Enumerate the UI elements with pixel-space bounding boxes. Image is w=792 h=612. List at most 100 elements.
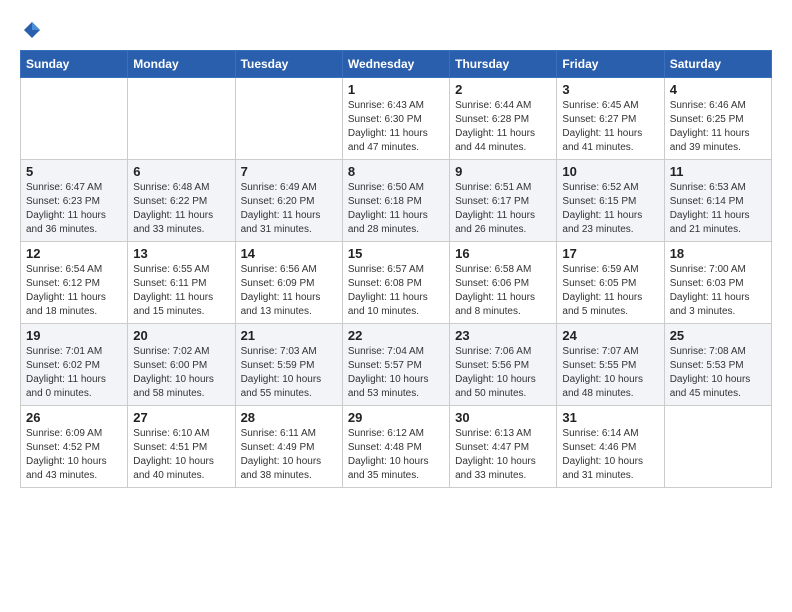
logo-icon	[22, 20, 42, 40]
day-info: Sunrise: 6:59 AM Sunset: 6:05 PM Dayligh…	[562, 263, 658, 319]
col-header-tuesday: Tuesday	[235, 51, 342, 78]
day-number: 29	[348, 410, 444, 425]
day-number: 16	[455, 246, 551, 261]
day-number: 11	[670, 164, 766, 179]
calendar-cell: 1Sunrise: 6:43 AM Sunset: 6:30 PM Daylig…	[342, 78, 449, 160]
day-info: Sunrise: 6:49 AM Sunset: 6:20 PM Dayligh…	[241, 181, 337, 237]
page: SundayMondayTuesdayWednesdayThursdayFrid…	[0, 0, 792, 498]
calendar-week-1: 1Sunrise: 6:43 AM Sunset: 6:30 PM Daylig…	[21, 78, 772, 160]
calendar-cell: 21 Sunrise: 7:03 AM Sunset: 5:59 PM Dayli…	[235, 324, 342, 406]
day-number: 27	[133, 410, 229, 425]
calendar-cell: 14 Sunrise: 6:56 AM Sunset: 6:09 PM Dayli…	[235, 242, 342, 324]
day-number: 19	[26, 328, 122, 343]
col-header-thursday: Thursday	[450, 51, 557, 78]
day-info: Sunrise: 6:53 AM Sunset: 6:14 PM Dayligh…	[670, 181, 766, 237]
day-info: Sunrise: 7:00 AM Sunset: 6:03 PM Dayligh…	[670, 263, 766, 319]
day-number: 5	[26, 164, 122, 179]
calendar-cell: 29 Sunrise: 6:12 AM Sunset: 4:48 PM Dayli…	[342, 406, 449, 488]
day-number: 21	[241, 328, 337, 343]
day-info: Sunrise: 6:47 AM Sunset: 6:23 PM Dayligh…	[26, 181, 122, 237]
col-header-monday: Monday	[128, 51, 235, 78]
calendar-cell: 17Sunrise: 6:59 AM Sunset: 6:05 PM Dayli…	[557, 242, 664, 324]
day-info: Sunrise: 6:48 AM Sunset: 6:22 PM Dayligh…	[133, 181, 229, 237]
calendar-cell: 2 Sunrise: 6:44 AM Sunset: 6:28 PM Daylig…	[450, 78, 557, 160]
calendar-cell	[21, 78, 128, 160]
day-info: Sunrise: 6:13 AM Sunset: 4:47 PM Dayligh…	[455, 427, 551, 483]
day-info: Sunrise: 6:56 AM Sunset: 6:09 PM Dayligh…	[241, 263, 337, 319]
day-info: Sunrise: 6:52 AM Sunset: 6:15 PM Dayligh…	[562, 181, 658, 237]
calendar-cell: 9Sunrise: 6:51 AM Sunset: 6:17 PM Daylig…	[450, 160, 557, 242]
day-number: 8	[348, 164, 444, 179]
day-info: Sunrise: 6:43 AM Sunset: 6:30 PM Dayligh…	[348, 99, 444, 155]
calendar-cell: 18 Sunrise: 7:00 AM Sunset: 6:03 PM Dayli…	[664, 242, 771, 324]
day-number: 25	[670, 328, 766, 343]
calendar-cell: 24 Sunrise: 7:07 AM Sunset: 5:55 PM Dayli…	[557, 324, 664, 406]
calendar-cell: 6 Sunrise: 6:48 AM Sunset: 6:22 PM Daylig…	[128, 160, 235, 242]
day-info: Sunrise: 6:44 AM Sunset: 6:28 PM Dayligh…	[455, 99, 551, 155]
logo	[20, 20, 42, 40]
calendar-cell: 28 Sunrise: 6:11 AM Sunset: 4:49 PM Dayli…	[235, 406, 342, 488]
day-number: 7	[241, 164, 337, 179]
day-info: Sunrise: 6:10 AM Sunset: 4:51 PM Dayligh…	[133, 427, 229, 483]
day-number: 6	[133, 164, 229, 179]
day-info: Sunrise: 6:50 AM Sunset: 6:18 PM Dayligh…	[348, 181, 444, 237]
day-info: Sunrise: 6:45 AM Sunset: 6:27 PM Dayligh…	[562, 99, 658, 155]
day-info: Sunrise: 7:02 AM Sunset: 6:00 PM Dayligh…	[133, 345, 229, 401]
calendar: SundayMondayTuesdayWednesdayThursdayFrid…	[20, 50, 772, 488]
day-number: 30	[455, 410, 551, 425]
day-info: Sunrise: 6:09 AM Sunset: 4:52 PM Dayligh…	[26, 427, 122, 483]
col-header-wednesday: Wednesday	[342, 51, 449, 78]
calendar-cell: 16Sunrise: 6:58 AM Sunset: 6:06 PM Dayli…	[450, 242, 557, 324]
calendar-cell	[664, 406, 771, 488]
day-info: Sunrise: 7:06 AM Sunset: 5:56 PM Dayligh…	[455, 345, 551, 401]
day-info: Sunrise: 7:01 AM Sunset: 6:02 PM Dayligh…	[26, 345, 122, 401]
calendar-week-5: 26 Sunrise: 6:09 AM Sunset: 4:52 PM Dayli…	[21, 406, 772, 488]
day-number: 20	[133, 328, 229, 343]
day-number: 31	[562, 410, 658, 425]
day-number: 14	[241, 246, 337, 261]
day-info: Sunrise: 7:04 AM Sunset: 5:57 PM Dayligh…	[348, 345, 444, 401]
day-number: 12	[26, 246, 122, 261]
day-number: 10	[562, 164, 658, 179]
col-header-friday: Friday	[557, 51, 664, 78]
calendar-cell: 22Sunrise: 7:04 AM Sunset: 5:57 PM Dayli…	[342, 324, 449, 406]
day-info: Sunrise: 6:11 AM Sunset: 4:49 PM Dayligh…	[241, 427, 337, 483]
day-info: Sunrise: 6:51 AM Sunset: 6:17 PM Dayligh…	[455, 181, 551, 237]
day-info: Sunrise: 7:08 AM Sunset: 5:53 PM Dayligh…	[670, 345, 766, 401]
calendar-cell: 5 Sunrise: 6:47 AM Sunset: 6:23 PM Daylig…	[21, 160, 128, 242]
calendar-cell: 20 Sunrise: 7:02 AM Sunset: 6:00 PM Dayli…	[128, 324, 235, 406]
day-number: 2	[455, 82, 551, 97]
calendar-cell: 15Sunrise: 6:57 AM Sunset: 6:08 PM Dayli…	[342, 242, 449, 324]
day-info: Sunrise: 7:07 AM Sunset: 5:55 PM Dayligh…	[562, 345, 658, 401]
day-number: 3	[562, 82, 658, 97]
day-number: 23	[455, 328, 551, 343]
calendar-cell: 4 Sunrise: 6:46 AM Sunset: 6:25 PM Daylig…	[664, 78, 771, 160]
calendar-cell: 10 Sunrise: 6:52 AM Sunset: 6:15 PM Dayli…	[557, 160, 664, 242]
col-header-saturday: Saturday	[664, 51, 771, 78]
day-info: Sunrise: 6:54 AM Sunset: 6:12 PM Dayligh…	[26, 263, 122, 319]
calendar-cell: 27 Sunrise: 6:10 AM Sunset: 4:51 PM Dayli…	[128, 406, 235, 488]
calendar-week-3: 12 Sunrise: 6:54 AM Sunset: 6:12 PM Dayli…	[21, 242, 772, 324]
calendar-cell: 11 Sunrise: 6:53 AM Sunset: 6:14 PM Dayli…	[664, 160, 771, 242]
calendar-cell	[235, 78, 342, 160]
day-number: 18	[670, 246, 766, 261]
day-info: Sunrise: 6:55 AM Sunset: 6:11 PM Dayligh…	[133, 263, 229, 319]
calendar-cell: 7 Sunrise: 6:49 AM Sunset: 6:20 PM Daylig…	[235, 160, 342, 242]
calendar-cell: 25 Sunrise: 7:08 AM Sunset: 5:53 PM Dayli…	[664, 324, 771, 406]
day-number: 26	[26, 410, 122, 425]
day-info: Sunrise: 7:03 AM Sunset: 5:59 PM Dayligh…	[241, 345, 337, 401]
day-number: 28	[241, 410, 337, 425]
header	[20, 20, 772, 40]
day-number: 13	[133, 246, 229, 261]
day-info: Sunrise: 6:46 AM Sunset: 6:25 PM Dayligh…	[670, 99, 766, 155]
day-info: Sunrise: 6:14 AM Sunset: 4:46 PM Dayligh…	[562, 427, 658, 483]
calendar-week-2: 5 Sunrise: 6:47 AM Sunset: 6:23 PM Daylig…	[21, 160, 772, 242]
calendar-cell: 26 Sunrise: 6:09 AM Sunset: 4:52 PM Dayli…	[21, 406, 128, 488]
day-number: 24	[562, 328, 658, 343]
day-info: Sunrise: 6:12 AM Sunset: 4:48 PM Dayligh…	[348, 427, 444, 483]
calendar-cell: 23 Sunrise: 7:06 AM Sunset: 5:56 PM Dayli…	[450, 324, 557, 406]
calendar-cell: 31 Sunrise: 6:14 AM Sunset: 4:46 PM Dayli…	[557, 406, 664, 488]
calendar-cell: 30 Sunrise: 6:13 AM Sunset: 4:47 PM Dayli…	[450, 406, 557, 488]
calendar-cell	[128, 78, 235, 160]
day-number: 4	[670, 82, 766, 97]
